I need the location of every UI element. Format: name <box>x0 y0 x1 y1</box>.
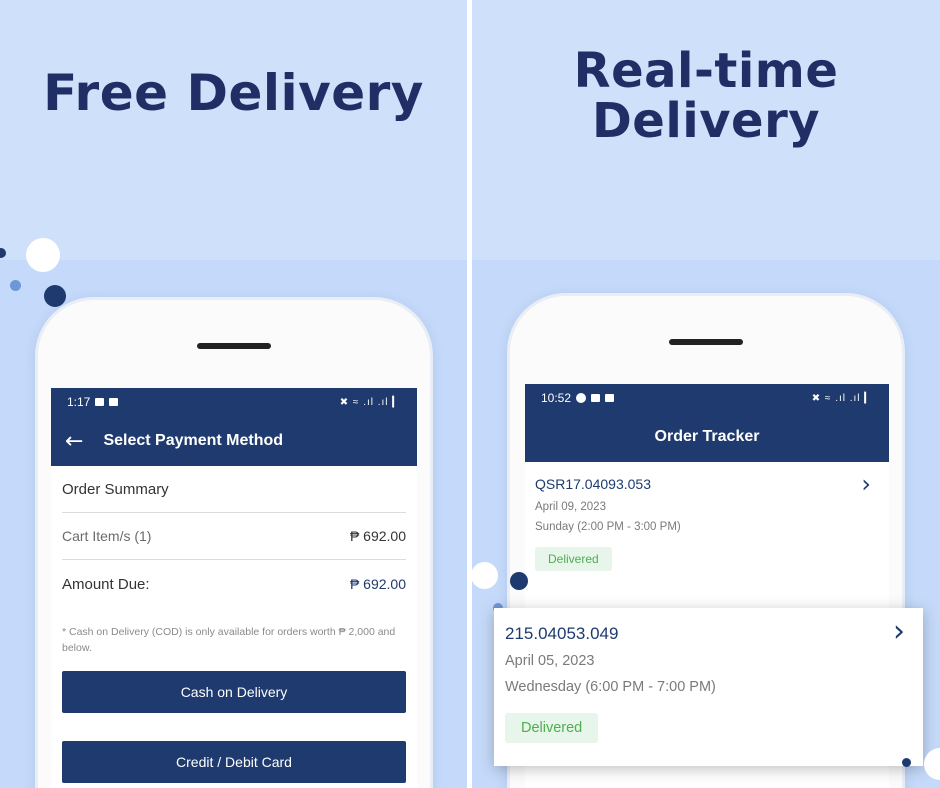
app-bar: Order Tracker <box>525 412 889 462</box>
status-badge: Delivered <box>535 547 612 571</box>
app-bar: ← Select Payment Method <box>51 416 417 466</box>
headline-line-2: Delivery <box>591 93 821 149</box>
notification-icon <box>605 394 615 402</box>
decor-dot <box>10 280 21 291</box>
free-delivery-panel: Free Delivery 1:17 ✖ ≈ .ıl .ıl ▎ ← Selec… <box>0 0 467 788</box>
order-id: 215.04053.049 <box>505 624 619 643</box>
cod-note: * Cash on Delivery (COD) is only availab… <box>62 626 396 654</box>
status-time: 1:17 <box>67 395 91 409</box>
cloud-icon <box>591 394 601 402</box>
decor-dot <box>0 248 6 258</box>
decor-dot <box>44 285 66 307</box>
signal-icons: ✖ ≈ .ıl .ıl ▎ <box>339 396 401 408</box>
gallery-icon <box>95 398 105 406</box>
chevron-right-icon[interactable]: › <box>861 470 871 498</box>
decor-dot <box>510 572 528 590</box>
phone-frame: 1:17 ✖ ≈ .ıl .ıl ▎ ← Select Payment Meth… <box>38 300 430 788</box>
status-badge: Delivered <box>505 713 599 743</box>
phone-speaker <box>197 343 271 349</box>
amount-due-row: Amount Due: ₱ 692.00 <box>62 560 406 608</box>
cart-items-amount: ₱ 692.00 <box>349 528 406 544</box>
notification-icon <box>109 398 119 406</box>
chevron-right-icon[interactable]: › <box>893 614 905 649</box>
headline-line-1: Real-time <box>573 43 839 99</box>
page-title: Select Payment Method <box>103 432 284 449</box>
status-time: 10:52 <box>541 391 572 405</box>
order-summary-label: Order Summary <box>62 466 406 513</box>
order-date: April 09, 2023 <box>535 501 606 513</box>
phone-speaker <box>669 339 743 345</box>
order-id: QSR17.04093.053 <box>535 476 651 492</box>
payment-body: Order Summary Cart Item/s (1) ₱ 692.00 A… <box>51 466 417 783</box>
order-card[interactable]: QSR17.04093.053 April 09, 2023 Sunday (2… <box>525 462 889 571</box>
real-time-delivery-headline: Real-time Delivery <box>472 46 940 146</box>
cart-items-row: Cart Item/s (1) ₱ 692.00 <box>62 513 406 560</box>
back-arrow-icon[interactable]: ← <box>65 429 83 454</box>
amount-due-label: Amount Due: <box>62 575 150 593</box>
messenger-icon <box>576 393 587 403</box>
real-time-delivery-panel: Real-time Delivery 10:52 ✖ ≈ .ıl .ıl ▎ O… <box>472 0 940 788</box>
cash-on-delivery-button[interactable]: Cash on Delivery <box>62 671 406 713</box>
credit-debit-card-button[interactable]: Credit / Debit Card <box>62 741 406 783</box>
page-title: Order Tracker <box>654 428 760 445</box>
highlighted-order-card[interactable]: 215.04053.049 April 05, 2023 Wednesday (… <box>494 608 923 766</box>
payment-screen: 1:17 ✖ ≈ .ıl .ıl ▎ ← Select Payment Meth… <box>51 388 417 788</box>
signal-icons: ✖ ≈ .ıl .ıl ▎ <box>811 392 873 404</box>
order-time-slot: Wednesday (6:00 PM - 7:00 PM) <box>505 679 716 695</box>
status-bar: 1:17 ✖ ≈ .ıl .ıl ▎ <box>51 388 417 416</box>
decor-dot <box>472 562 498 589</box>
amount-due-value: ₱ 692.00 <box>349 576 406 592</box>
free-delivery-headline: Free Delivery <box>43 64 424 122</box>
status-bar: 10:52 ✖ ≈ .ıl .ıl ▎ <box>525 384 889 412</box>
decor-dot <box>902 758 911 767</box>
order-time-slot: Sunday (2:00 PM - 3:00 PM) <box>535 521 681 533</box>
cart-items-label: Cart Item/s (1) <box>62 528 152 544</box>
decor-dot <box>26 238 60 272</box>
order-date: April 05, 2023 <box>505 653 595 669</box>
